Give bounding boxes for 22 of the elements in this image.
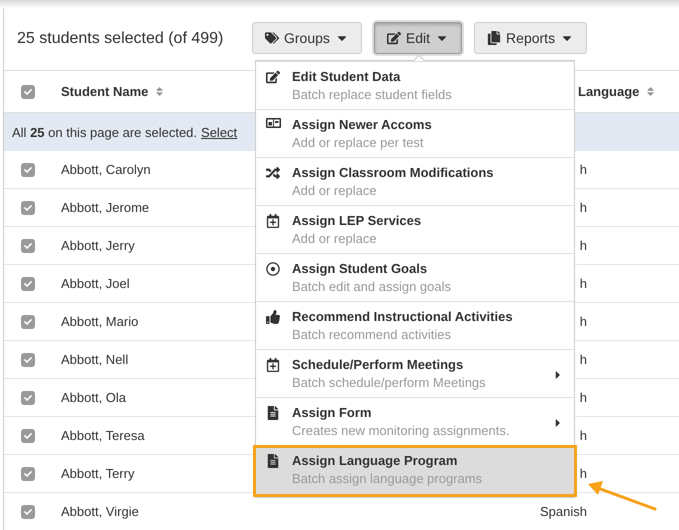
student-name-cell: Abbott, Teresa xyxy=(61,428,145,443)
student-name-cell: Abbott, Virgie xyxy=(61,504,139,519)
student-name-cell: Abbott, Nell xyxy=(61,352,128,367)
language-cell: h xyxy=(580,276,587,291)
language-cell: h xyxy=(580,238,587,253)
student-name-cell: Abbott, Terry xyxy=(61,466,134,481)
language-cell: h xyxy=(580,314,587,329)
student-name-cell: Abbott, Mario xyxy=(61,314,138,329)
selection-summary: 25 students selected (of 499) xyxy=(17,30,224,48)
language-cell: Spanish xyxy=(540,504,587,519)
language-cell: h xyxy=(580,352,587,367)
language-cell: h xyxy=(580,162,587,177)
student-name-cell: Abbott, Jerome xyxy=(61,200,150,215)
student-name-cell: Abbott, Joel xyxy=(61,276,130,291)
language-cell: h xyxy=(580,390,587,405)
student-name-cell: Abbott, Jerry xyxy=(61,238,135,253)
selection-banner-text: All 25 on this page are selected. xyxy=(12,124,198,140)
language-cell: h xyxy=(580,428,587,443)
student-name-cell: Abbott, Ola xyxy=(61,390,126,405)
language-cell: h xyxy=(580,200,587,215)
student-name-cell: Abbott, Carolyn xyxy=(61,162,151,177)
language-cell: h xyxy=(580,466,587,481)
